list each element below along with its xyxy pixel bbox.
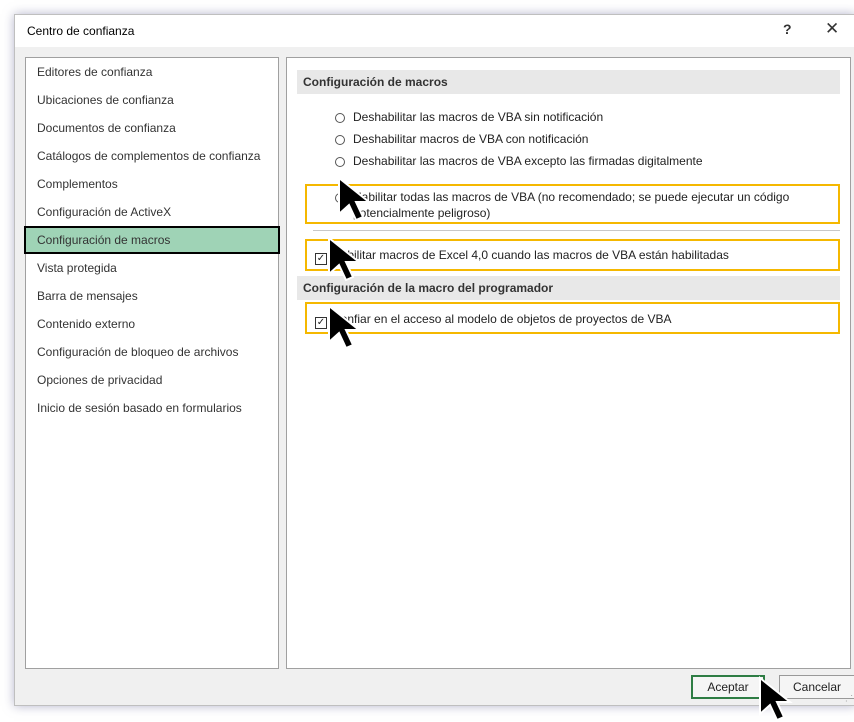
mouse-pointer-icon — [328, 304, 362, 350]
sidebar-item-label: Barra de mensajes — [37, 289, 138, 303]
sidebar-item-trusted-addin-catalogs[interactable]: Catálogos de complementos de confianza — [26, 142, 278, 170]
sidebar-item-label: Vista protegida — [37, 261, 117, 275]
sidebar-item-protected-view[interactable]: Vista protegida — [26, 254, 278, 282]
separator — [313, 230, 840, 231]
radio-label: Deshabilitar macros de VBA con notificac… — [353, 132, 589, 146]
mouse-pointer-icon — [338, 176, 372, 222]
checkbox-label: Confiar en el acceso al modelo de objeto… — [332, 312, 672, 326]
radio-disable-except-signed[interactable]: Deshabilitar las macros de VBA excepto l… — [335, 154, 703, 168]
sidebar-item-label: Catálogos de complementos de confianza — [37, 149, 261, 163]
radio-button[interactable] — [335, 135, 345, 145]
sidebar-item-label: Inicio de sesión basado en formularios — [37, 401, 242, 415]
sidebar-nav: Editores de confianza Ubicaciones de con… — [24, 58, 280, 422]
sidebar-item-macro-settings[interactable]: Configuración de macros — [24, 226, 280, 254]
title-bar: Centro de confianza ? ✕ — [15, 15, 854, 47]
sidebar-item-label: Ubicaciones de confianza — [37, 93, 174, 107]
sidebar-item-trusted-documents[interactable]: Documentos de confianza — [26, 114, 278, 142]
radio-disable-with-notification[interactable]: Deshabilitar macros de VBA con notificac… — [335, 132, 588, 146]
checkbox-label: Habilitar macros de Excel 4,0 cuando las… — [332, 248, 729, 262]
close-icon[interactable]: ✕ — [825, 19, 839, 39]
sidebar-item-label: Configuración de bloqueo de archivos — [37, 345, 239, 359]
sidebar-item-label: Editores de confianza — [37, 65, 153, 79]
checkbox[interactable]: ✓ — [315, 253, 327, 265]
checkbox[interactable]: ✓ — [315, 317, 327, 329]
trust-center-dialog: Centro de confianza ? ✕ Editores de conf… — [14, 14, 854, 706]
mouse-pointer-icon — [328, 236, 362, 282]
developer-settings-header: Configuración de la macro del programado… — [297, 276, 840, 300]
radio-disable-no-notification[interactable]: Deshabilitar las macros de VBA sin notif… — [335, 110, 603, 124]
radio-button[interactable] — [335, 113, 345, 123]
checkbox-excel4-macros[interactable]: ✓ Habilitar macros de Excel 4,0 cuando la… — [315, 248, 729, 265]
sidebar-item-form-based-signin[interactable]: Inicio de sesión basado en formularios — [26, 394, 278, 422]
sidebar-item-external-content[interactable]: Contenido externo — [26, 310, 278, 338]
sidebar-item-label: Contenido externo — [37, 317, 136, 331]
sidebar: Editores de confianza Ubicaciones de con… — [24, 57, 280, 669]
radio-label: Habilitar todas las macros de VBA (no re… — [353, 190, 790, 204]
macro-settings-header: Configuración de macros — [297, 70, 840, 94]
sidebar-item-label: Configuración de ActiveX — [37, 205, 172, 219]
sidebar-item-label: Configuración de macros — [37, 233, 171, 247]
dialog-title: Centro de confianza — [27, 24, 135, 38]
mouse-pointer-icon — [759, 676, 793, 722]
sidebar-item-label: Documentos de confianza — [37, 121, 176, 135]
sidebar-item-trusted-publishers[interactable]: Editores de confianza — [26, 58, 278, 86]
ok-button[interactable]: Aceptar — [691, 675, 765, 699]
radio-button[interactable] — [335, 157, 345, 167]
sidebar-item-trusted-locations[interactable]: Ubicaciones de confianza — [26, 86, 278, 114]
sidebar-item-label: Opciones de privacidad — [37, 373, 163, 387]
radio-enable-all-macros[interactable]: Habilitar todas las macros de VBA (no re… — [335, 190, 789, 204]
sidebar-item-message-bar[interactable]: Barra de mensajes — [26, 282, 278, 310]
main-panel: Configuración de macros Deshabilitar las… — [286, 57, 851, 669]
sidebar-item-file-block-settings[interactable]: Configuración de bloqueo de archivos — [26, 338, 278, 366]
sidebar-item-privacy-options[interactable]: Opciones de privacidad — [26, 366, 278, 394]
resize-grip-icon[interactable]: ⋰ — [845, 694, 853, 703]
sidebar-item-activex-settings[interactable]: Configuración de ActiveX — [26, 198, 278, 226]
sidebar-item-label: Complementos — [37, 177, 118, 191]
sidebar-item-addins[interactable]: Complementos — [26, 170, 278, 198]
help-icon[interactable]: ? — [783, 21, 792, 37]
radio-label: Deshabilitar las macros de VBA excepto l… — [353, 154, 703, 168]
radio-label: Deshabilitar las macros de VBA sin notif… — [353, 110, 604, 124]
